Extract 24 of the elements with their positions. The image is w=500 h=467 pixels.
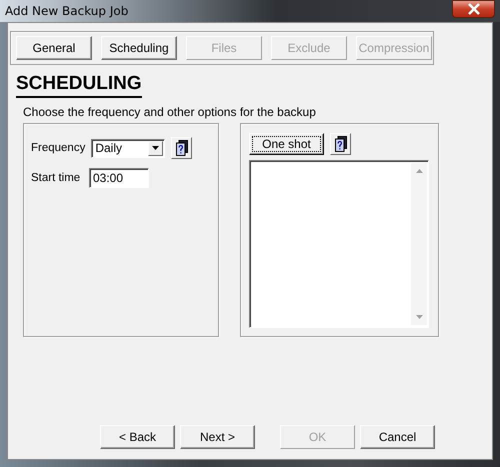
window-title: Add New Backup Job [5, 4, 128, 18]
schedule-list[interactable] [249, 160, 429, 328]
start-time-field[interactable]: 03:00 [89, 168, 149, 188]
help-button[interactable] [171, 137, 192, 159]
scrollbar[interactable] [411, 163, 427, 325]
scroll-up-icon [416, 169, 422, 173]
frequency-dropdown[interactable]: Daily [91, 138, 166, 158]
dialog-button[interactable]: Next > [180, 425, 255, 449]
help-icon [176, 140, 188, 156]
close-icon [466, 3, 480, 15]
help-icon [334, 136, 346, 152]
close-button[interactable] [452, 0, 495, 18]
scroll-down-icon [416, 315, 422, 319]
nav-button[interactable]: General [16, 36, 92, 60]
nav-button[interactable]: Scheduling [101, 36, 177, 60]
dropdown-arrow-icon [152, 146, 160, 150]
start-time-label: Start time [31, 172, 82, 184]
dialog-button[interactable]: < Back [100, 425, 175, 449]
description-text: Choose the frequency and other options for the backup [23, 105, 317, 119]
frequency-label: Frequency [31, 142, 86, 154]
one-shot-button[interactable]: One shot [249, 133, 324, 155]
help-button[interactable] [330, 133, 351, 155]
dialog-button[interactable]: Cancel [360, 425, 435, 449]
section-heading: SCHEDULING [16, 73, 142, 98]
